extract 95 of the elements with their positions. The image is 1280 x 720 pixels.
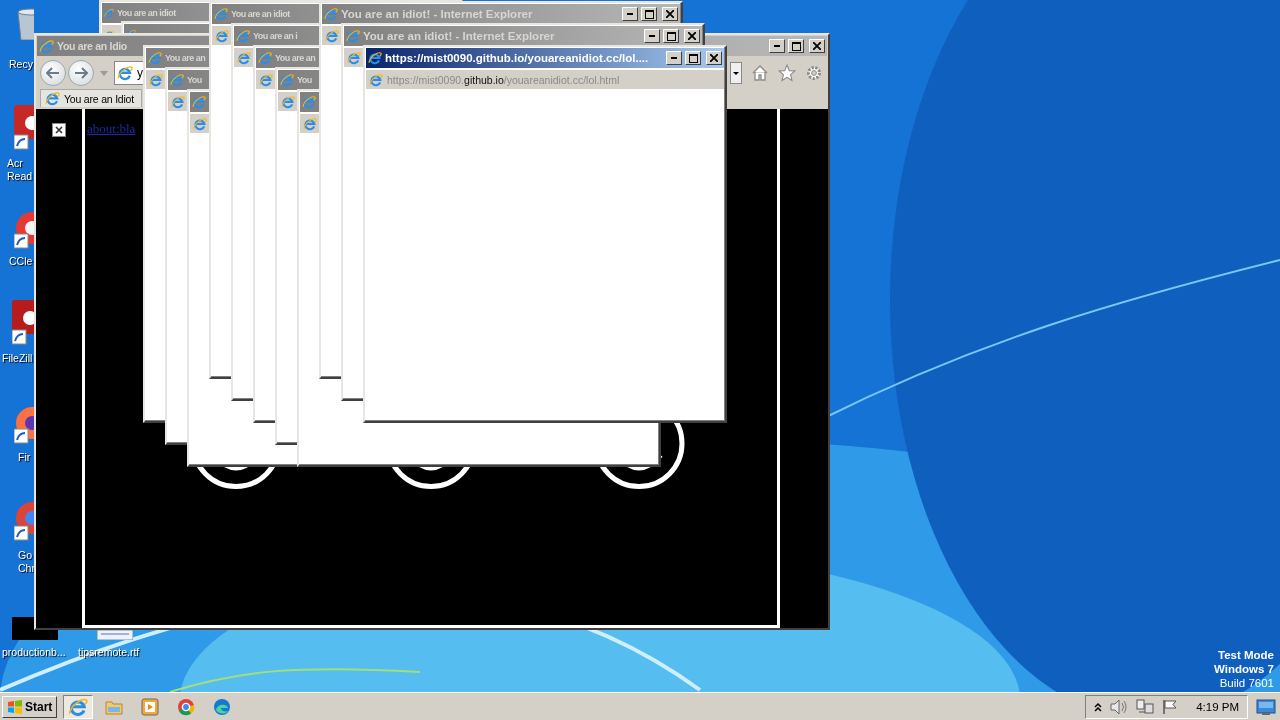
address-field[interactable]: y [114,61,144,85]
app-icon [177,697,196,716]
close-icon [666,10,674,18]
icon-label[interactable]: Fir [18,451,31,464]
browser-icon [369,72,383,87]
browser-icon [259,72,273,87]
maximize-icon [791,41,801,51]
icon-label[interactable]: Acr Read [7,157,33,183]
browser-icon [280,73,294,87]
network-icon[interactable] [1136,698,1155,715]
show-desktop-icon[interactable] [1256,697,1276,716]
icon-label[interactable]: Go Chr [18,549,35,575]
maximize-button[interactable] [788,39,804,53]
maximize-button[interactable] [641,7,657,21]
dropdown-button[interactable] [730,62,742,84]
browser-icon [368,51,382,65]
browser-icon [347,50,361,65]
minimize-button[interactable] [644,29,660,43]
address-field[interactable]: https://mist0090.github.io/youareanidiot.cc/lol.html [387,73,620,86]
browser-icon [237,50,251,65]
window-title: You are an idiot [231,9,290,19]
browser-icon [170,73,184,87]
speaker-icon[interactable] [1110,698,1129,715]
browser-icon [324,7,338,21]
browser-icon [281,94,295,109]
minimize-button[interactable] [666,51,682,65]
browser-icon [45,91,60,106]
flag-icon[interactable] [1162,698,1179,715]
star-icon[interactable] [778,64,796,82]
broken-image-icon [52,123,66,137]
browser-tab[interactable]: You are an Idiot [40,89,142,107]
browser-icon [117,65,133,81]
taskbar-button[interactable] [63,694,94,719]
browser-icon [39,38,54,54]
maximize-button[interactable] [663,29,679,43]
close-icon [710,54,718,62]
maximize-icon [688,53,698,63]
close-button[interactable] [809,39,825,53]
minimize-icon [627,13,633,15]
settings-icon[interactable] [805,64,823,82]
chevron-icon[interactable] [1094,701,1103,712]
browser-icon [171,94,185,109]
window-title: You are an Idio [57,40,127,52]
watermark-text: Windows 7 [1214,662,1274,676]
windows-logo-icon [7,698,23,715]
browser-icon [68,696,89,717]
browser-icon [303,116,317,131]
window-title: You are an idiot! - Internet Explorer [363,30,555,42]
trash-icon[interactable] [14,6,34,40]
arrow-left-icon [46,67,60,79]
close-button[interactable] [706,51,722,65]
play-icon [141,697,160,716]
forward-button[interactable] [68,60,94,86]
window-title: You are an idiot! - Internet Explorer [341,8,533,20]
icon-label[interactable]: Recy [9,58,33,71]
icon-label[interactable]: CCle [9,255,33,268]
browser-icon [214,7,228,21]
browser-icon [192,95,206,109]
browser-icon [215,28,229,43]
icon-label[interactable]: productionb... [2,646,66,659]
browser-icon [148,51,162,65]
browser-icon [258,51,272,65]
clock[interactable]: 4:19 PM [1196,700,1239,713]
browser-icon [236,29,250,43]
watermark-text: Test Mode [1217,648,1274,662]
start-button[interactable]: Start [2,695,58,718]
home-icon[interactable] [751,64,769,82]
app-icon [213,697,232,716]
back-button[interactable] [40,60,66,86]
browser-icon [193,116,207,131]
window-title: You [297,75,312,85]
window-title: You are an i [253,31,298,41]
browser-icon [346,29,360,43]
minimize-icon [774,45,780,47]
maximize-icon [644,9,654,19]
minimize-button[interactable] [622,7,638,21]
window-title: You are an [165,53,206,63]
browser-icon [325,28,339,43]
close-icon [688,32,696,40]
minimize-button[interactable] [769,39,785,53]
maximize-button[interactable] [685,51,701,65]
browser-icon [302,95,316,109]
close-button[interactable] [662,7,678,21]
window-title: You are an [275,53,316,63]
watermark-text: Build 7601 [1218,676,1274,690]
browser-icon [104,8,114,18]
maximize-icon [666,31,676,41]
close-button[interactable] [684,29,700,43]
window-title: You [187,75,202,85]
window-title: You are an idiot [117,8,176,18]
browser-icon [149,72,163,87]
close-icon [813,42,821,50]
window-title: https://mist0090.github.io/youareanidiot.cc/lol.... [385,52,649,64]
arrow-right-icon [74,67,88,79]
icon-label[interactable]: FileZill [2,352,33,365]
